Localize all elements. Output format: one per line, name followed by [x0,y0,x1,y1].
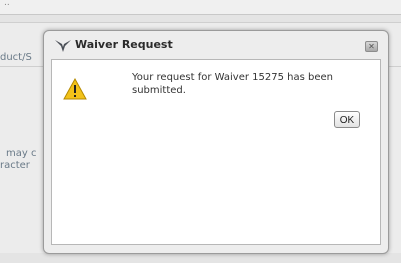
ok-button[interactable]: OK [334,111,360,128]
falcon-wings-icon [55,40,71,52]
waiver-request-dialog: Waiver Request ✕ Your request for Waiver… [43,30,389,254]
close-icon[interactable]: ✕ [365,41,378,52]
background-header-bar: .. [0,0,401,15]
dialog-titlebar[interactable]: Waiver Request ✕ [44,31,388,59]
dialog-content: Your request for Waiver 15275 has been s… [51,59,381,245]
dialog-message: Your request for Waiver 15275 has been s… [132,72,333,96]
dialog-title: Waiver Request [75,38,173,51]
background-note-line1: may c [6,148,37,159]
background-note-line2: racter [0,160,30,171]
warning-triangle-icon [63,78,87,100]
background-field-label: duct/S [0,52,32,63]
background-header-text: .. [4,0,10,8]
